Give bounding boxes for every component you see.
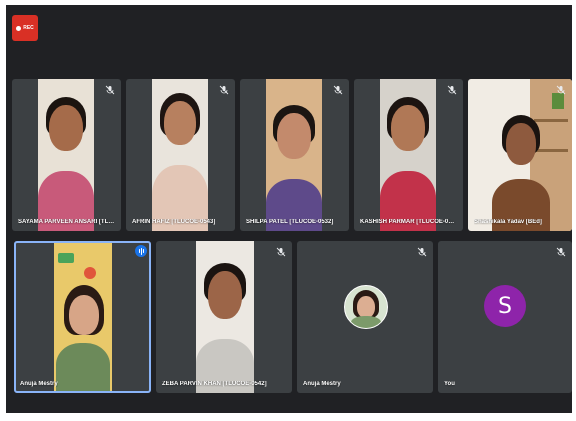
participant-tile[interactable]: KASHISH PARMAR [TLUCOE-0535]	[354, 79, 463, 231]
mic-off-icon	[417, 247, 427, 257]
participant-name: Anuja Mestry	[20, 381, 58, 387]
participant-name: KASHISH PARMAR [TLUCOE-0535]	[360, 219, 457, 225]
recording-indicator: REC	[12, 15, 38, 41]
participant-name: SHILPA PATEL [TLUCOE-0532]	[246, 219, 334, 225]
mic-off-icon	[105, 85, 115, 95]
participant-tile-self[interactable]: S You	[438, 241, 572, 393]
participant-name: Shashikala Yadav [BEd]	[474, 219, 542, 225]
self-avatar: S	[484, 285, 526, 327]
mic-off-icon	[556, 247, 566, 257]
participant-video	[54, 243, 112, 391]
participant-name: You	[444, 381, 455, 387]
participant-name: AFRIN HAFIZ [TLUCOE-0543]	[132, 219, 216, 225]
avatar-letter: S	[498, 293, 512, 319]
participant-name: SAYAMA PARVEEN ANSARI [TLUCOE-...	[18, 219, 115, 225]
participant-tile[interactable]: Anuja Mestry	[297, 241, 433, 393]
participant-name: ZEBA PARVIN KHAN [TLUCOE-0542]	[162, 381, 267, 387]
participant-name: Anuja Mestry	[303, 381, 341, 387]
mic-off-icon	[219, 85, 229, 95]
participant-tile-active-speaker[interactable]: Anuja Mestry	[14, 241, 151, 393]
participant-video	[468, 79, 572, 231]
participant-video	[152, 79, 208, 231]
audio-level-icon	[135, 245, 147, 257]
participant-tile[interactable]: ZEBA PARVIN KHAN [TLUCOE-0542]	[156, 241, 292, 393]
participant-tile[interactable]: Shashikala Yadav [BEd]	[468, 79, 572, 231]
participant-avatar	[344, 285, 388, 329]
participant-video	[196, 241, 254, 393]
recording-label: REC	[23, 25, 34, 31]
mic-off-icon	[447, 85, 457, 95]
participant-tile[interactable]: SHILPA PATEL [TLUCOE-0532]	[240, 79, 349, 231]
participant-tile[interactable]: AFRIN HAFIZ [TLUCOE-0543]	[126, 79, 235, 231]
meeting-stage: REC SAYAMA PARVEEN ANSARI [TLUCOE-... AF…	[6, 5, 572, 413]
mic-off-icon	[333, 85, 343, 95]
record-icon	[16, 25, 22, 31]
participant-tile[interactable]: SAYAMA PARVEEN ANSARI [TLUCOE-...	[12, 79, 121, 231]
mic-off-icon	[276, 247, 286, 257]
participant-video	[266, 79, 322, 231]
mic-off-icon	[556, 85, 566, 95]
participant-video	[380, 79, 436, 231]
participant-video	[38, 79, 94, 231]
